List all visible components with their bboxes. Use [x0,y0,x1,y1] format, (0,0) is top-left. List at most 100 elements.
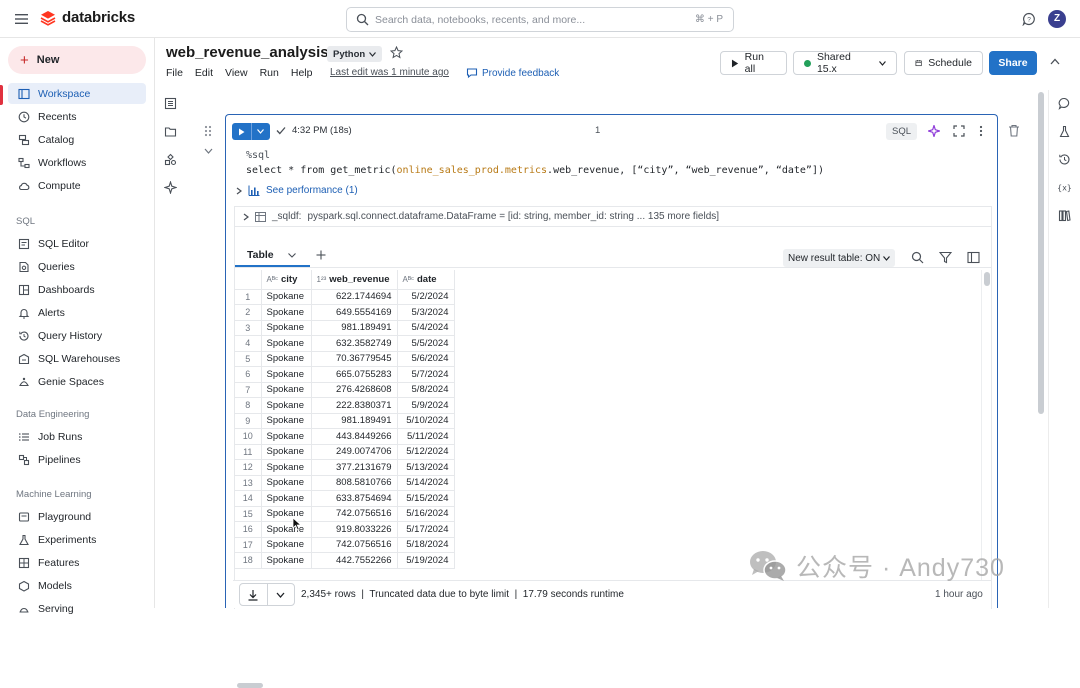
version-history-icon[interactable] [1058,153,1071,166]
tab-table[interactable]: Table [247,249,274,261]
delete-cell-trash-icon[interactable] [1008,124,1020,137]
sidebar-item-pipelines[interactable]: Pipelines [8,449,146,470]
run-options-chevron-icon[interactable] [251,123,270,140]
help-chat-icon[interactable]: ? [1022,12,1036,26]
sidebar-item-catalog[interactable]: Catalog [8,129,146,150]
schedule-button[interactable]: Schedule [904,51,983,75]
sidebar-item-experiments[interactable]: Experiments [8,529,146,550]
header-date[interactable]: Aᴮᶜ date [396,270,455,290]
download-button[interactable] [239,583,295,606]
header-city[interactable]: Aᴮᶜ city [260,270,312,290]
add-tab-plus-icon[interactable] [316,250,326,260]
assistant-sparkle-icon[interactable] [164,181,177,194]
chevron-up-icon[interactable] [1050,58,1060,65]
table-row[interactable]: 3 Spokane 981.189491 5/4/2024 [235,319,455,336]
sidebar-item-dashboards[interactable]: Dashboards [8,279,146,300]
new-result-table-toggle[interactable]: New result table: ON [783,249,896,267]
databricks-logo[interactable]: databricks [40,9,135,26]
table-row[interactable]: 17 Spokane 742.0756516 5/18/2024 [235,536,455,553]
run-cell-button[interactable] [232,123,270,140]
sidebar-item-compute[interactable]: Compute [8,175,146,196]
star-icon[interactable] [390,46,403,59]
download-options-chevron-icon[interactable] [267,584,294,605]
table-row[interactable]: 8 Spokane 222.8380371 5/9/2024 [235,397,455,414]
ai-assistant-sparkle-icon[interactable] [928,125,940,137]
table-row[interactable]: 5 Spokane 70.36779545 5/6/2024 [235,350,455,367]
cell-drag-handle-icon[interactable] [203,124,213,138]
results-vertical-scrollbar[interactable] [984,272,990,286]
cell-language-badge[interactable]: SQL [886,123,918,140]
table-row[interactable]: 7 Spokane 276.4268608 5/8/2024 [235,381,455,398]
see-performance-link[interactable]: See performance (1) [236,185,358,196]
table-row[interactable]: 4 Spokane 632.3582749 5/5/2024 [235,335,455,352]
catalog-shapes-icon[interactable] [164,153,177,166]
sidebar-item-serving[interactable]: Serving [8,598,146,619]
table-row[interactable]: 2 Spokane 649.5554169 5/3/2024 [235,304,455,321]
table-row[interactable]: 13 Spokane 808.5810766 5/14/2024 [235,474,455,491]
menu-icon[interactable] [14,12,30,26]
search-input[interactable]: Search data, notebooks, recents, and mor… [346,7,734,32]
menu-view[interactable]: View [225,67,248,79]
menu-edit[interactable]: Edit [195,67,213,79]
menu-help[interactable]: Help [291,67,313,79]
table-row[interactable]: 16 Spokane 919.8033226 5/17/2024 [235,521,455,538]
header-web-revenue[interactable]: 1²³ web_revenue [310,270,398,290]
user-avatar[interactable]: Z [1048,10,1066,28]
sidebar-item-sql-warehouses[interactable]: SQL Warehouses [8,348,146,369]
language-selector[interactable]: Python [327,46,383,62]
table-row[interactable]: 10 Spokane 443.8449266 5/11/2024 [235,428,455,445]
dataframe-summary[interactable]: _sqldf: pyspark.sql.connect.dataframe.Da… [234,206,992,226]
row-index: 1 [235,288,262,305]
sidebar-item-workspace[interactable]: Workspace [8,83,146,104]
sidebar-item-sql-editor[interactable]: SQL Editor [8,233,146,254]
new-button[interactable]: + New [8,46,146,74]
sidebar-item-models[interactable]: Models [8,575,146,596]
results-table-container[interactable]: Aᴮᶜ city 1²³ web_revenue Aᴮᶜ date 1 Spokane 6… [235,270,980,592]
sidebar-item-query-history[interactable]: Query History [8,325,146,346]
table-row[interactable]: 18 Spokane 442.7552266 5/19/2024 [235,552,455,569]
experiments-flask-icon[interactable] [1058,125,1071,138]
table-row[interactable]: 1 Spokane 622.1744694 5/2/2024 [235,288,455,305]
last-edit-link[interactable]: Last edit was 1 minute ago [330,67,449,78]
menu-file[interactable]: File [166,67,183,79]
menu-run[interactable]: Run [260,67,279,79]
sidebar-item-queries[interactable]: Queries [8,256,146,277]
collapse-cell-chevron-icon[interactable] [204,148,213,154]
search-results-icon[interactable] [911,251,924,264]
cell-date: 5/9/2024 [396,397,455,414]
sidebar-item-label: Serving [38,602,74,615]
table-row[interactable]: 9 Spokane 981.189491 5/10/2024 [235,412,455,429]
sidebar-item-features[interactable]: Features [8,552,146,573]
more-options-kebab-icon[interactable] [979,125,983,137]
toggle-sidebar-panel-icon[interactable] [967,251,980,264]
table-row[interactable]: 6 Spokane 665.0755283 5/7/2024 [235,366,455,383]
notebook-title[interactable]: web_revenue_analysis [166,44,329,61]
variables-icon[interactable]: {x} [1058,181,1071,194]
tab-options-chevron-icon[interactable] [287,252,296,258]
play-icon[interactable] [232,123,251,140]
sidebar-item-job-runs[interactable]: Job Runs [8,426,146,447]
table-row[interactable]: 14 Spokane 633.8754694 5/15/2024 [235,490,455,507]
filter-icon[interactable] [939,251,952,264]
provide-feedback-link[interactable]: Provide feedback [466,67,559,79]
results-horizontal-scrollbar[interactable] [237,683,263,688]
library-icon[interactable] [1058,209,1071,222]
comments-icon[interactable] [1058,97,1071,110]
table-row[interactable]: 11 Spokane 249.0074706 5/12/2024 [235,443,455,460]
download-icon[interactable] [240,584,267,605]
sidebar-item-alerts[interactable]: Alerts [8,302,146,323]
table-row[interactable]: 12 Spokane 377.2131679 5/13/2024 [235,459,455,476]
sidebar-item-genie-spaces[interactable]: Genie Spaces [8,371,146,392]
cluster-selector[interactable]: Shared 15.x [793,51,897,75]
folder-icon[interactable] [164,125,177,138]
run-all-button[interactable]: Run all [720,51,787,75]
notebook-scrollbar[interactable] [1038,92,1044,414]
sidebar-item-playground[interactable]: Playground [8,506,146,527]
code-editor[interactable]: %sql select * from get_metric(online_sal… [246,148,824,178]
sidebar-item-workflows[interactable]: Workflows [8,152,146,173]
sidebar-item-recents[interactable]: Recents [8,106,146,127]
table-of-contents-icon[interactable] [164,97,177,110]
share-button[interactable]: Share [989,51,1037,75]
expand-fullscreen-icon[interactable] [953,125,965,137]
table-row[interactable]: 15 Spokane 742.0756516 5/16/2024 [235,505,455,522]
